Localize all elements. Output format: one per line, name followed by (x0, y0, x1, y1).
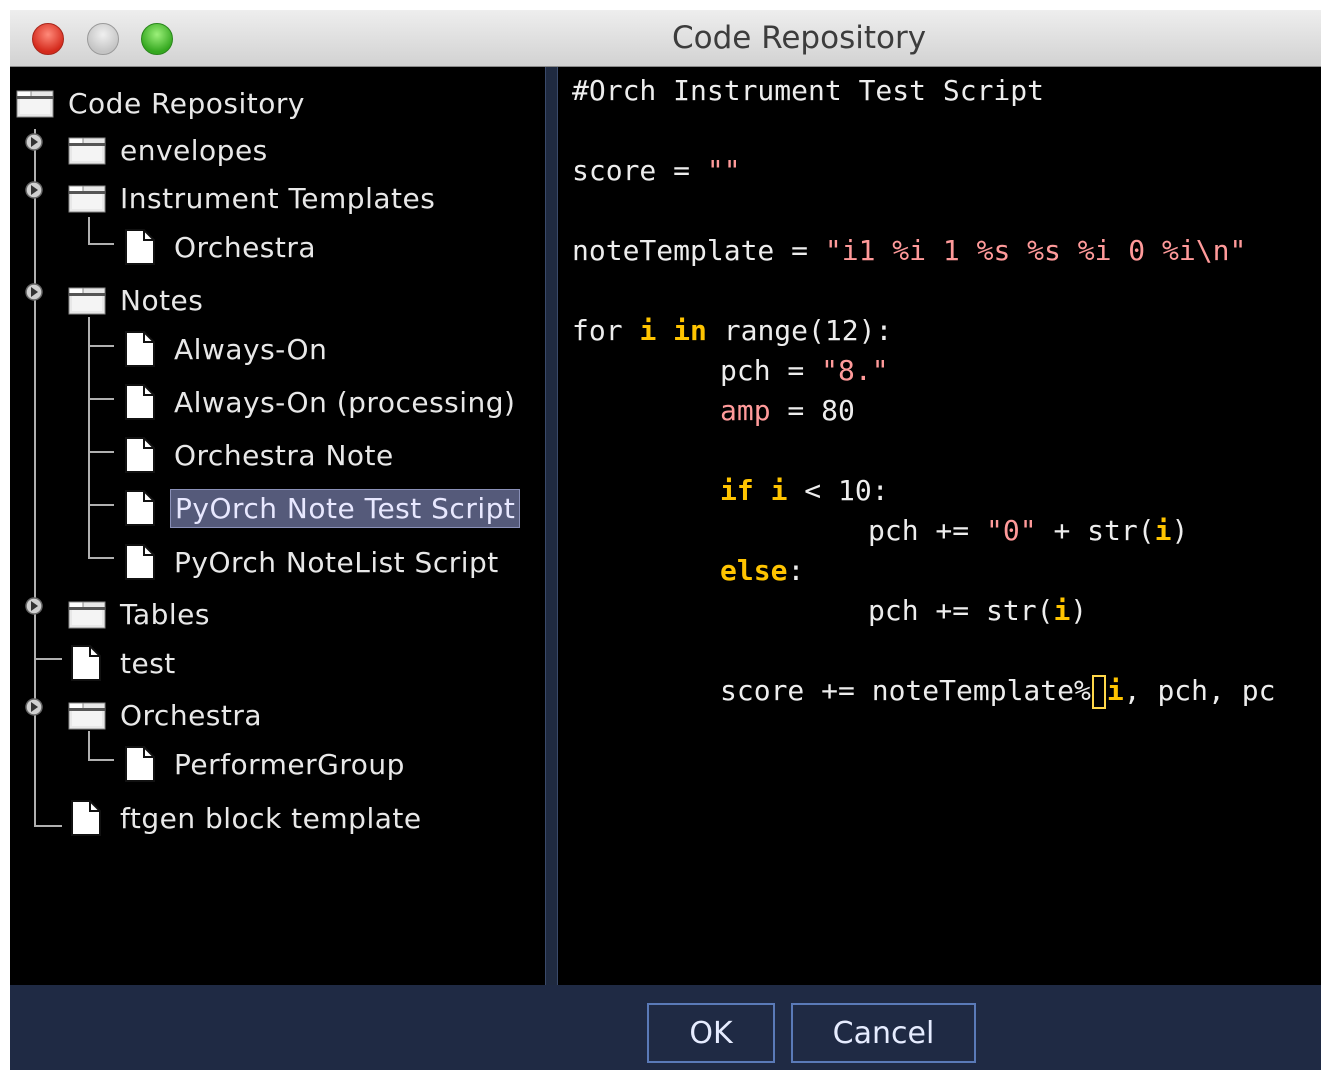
folder-icon (16, 88, 54, 118)
ok-button[interactable]: OK (647, 1003, 775, 1063)
tree-item-pyorch-notelist-script[interactable]: PyOrch NoteList Script (124, 542, 503, 582)
code-line: amp = 80 (720, 394, 855, 427)
tree-connector (88, 557, 114, 559)
code-line: score += noteTemplate% i, pch, pc (720, 674, 1276, 709)
code-repository-window: Code Repository Code Repository envelope… (10, 10, 1321, 1070)
expand-handle-icon[interactable] (23, 595, 45, 617)
folder-icon (68, 700, 106, 730)
tree-item-label-selected: PyOrch Note Test Script (170, 488, 521, 528)
tree-folder-instrument-templates[interactable]: Instrument Templates (68, 178, 439, 218)
tree-folder-tables[interactable]: Tables (68, 594, 214, 634)
code-line: pch = "8." (720, 354, 889, 387)
close-window-button[interactable] (32, 23, 64, 55)
document-icon (124, 544, 156, 580)
tree-item-label: Orchestra (120, 698, 263, 732)
tree-connector (88, 345, 114, 347)
repository-tree[interactable]: Code Repository envelopes Instrument Tem… (10, 67, 545, 985)
tree-item-label: Instrument Templates (120, 181, 436, 215)
tree-item-test[interactable]: test (70, 643, 180, 683)
code-line: #Orch Instrument Test Script (572, 74, 1045, 107)
code-line: for i in range(12): (572, 314, 893, 347)
tree-connector (88, 451, 114, 453)
folder-icon (68, 135, 106, 165)
tree-connector (88, 243, 114, 245)
tree-root-label: Code Repository (68, 86, 305, 120)
code-line: score = "" (572, 154, 741, 187)
button-bar: OK Cancel (10, 985, 1321, 1070)
tree-connector (88, 759, 114, 761)
tree-item-label: Orchestra (174, 230, 317, 264)
tree-connector (88, 731, 90, 761)
tree-item-label: PerformerGroup (174, 747, 405, 781)
tree-item-always-on-processing[interactable]: Always-On (processing) (124, 382, 519, 422)
text-cursor (1091, 675, 1106, 709)
expand-handle-icon[interactable] (23, 179, 45, 201)
tree-folder-envelopes[interactable]: envelopes (68, 130, 272, 170)
tree-connector (88, 217, 90, 245)
expand-handle-icon[interactable] (23, 696, 45, 718)
title-bar[interactable]: Code Repository (10, 10, 1321, 67)
minimize-window-button[interactable] (87, 23, 119, 55)
tree-connector (88, 398, 114, 400)
zoom-window-button[interactable] (141, 23, 173, 55)
code-line: pch += str(i) (868, 594, 1088, 627)
tree-connector (34, 825, 62, 827)
folder-icon (68, 183, 106, 213)
tree-item-label: Orchestra Note (174, 438, 394, 472)
tree-connector (88, 317, 90, 557)
window-title: Code Repository (672, 20, 927, 56)
cancel-button[interactable]: Cancel (791, 1003, 976, 1063)
expand-handle-icon[interactable] (23, 281, 45, 303)
code-line: else: (720, 554, 805, 587)
tree-connector (88, 504, 114, 506)
document-icon (124, 384, 156, 420)
document-icon (124, 437, 156, 473)
expand-handle-icon[interactable] (23, 131, 45, 153)
tree-item-label: envelopes (120, 133, 268, 167)
tree-root[interactable]: Code Repository (16, 83, 309, 123)
code-line: noteTemplate = "i1 %i 1 %s %s %i 0 %i\n" (572, 234, 1247, 267)
document-icon (70, 800, 102, 836)
document-icon (70, 645, 102, 681)
tree-folder-notes[interactable]: Notes (68, 280, 207, 320)
folder-icon (68, 599, 106, 629)
document-icon (124, 331, 156, 367)
code-line: if i < 10: (720, 474, 889, 507)
tree-item-label: Always-On (processing) (174, 385, 516, 419)
tree-item-label: ftgen block template (120, 801, 422, 835)
tree-item-pyorch-note-test-script[interactable]: PyOrch Note Test Script (124, 488, 521, 528)
tree-item-orchestra[interactable]: Orchestra (124, 227, 320, 267)
tree-item-performer-group[interactable]: PerformerGroup (124, 744, 409, 784)
tree-item-label: Notes (120, 283, 204, 317)
tree-item-label: PyOrch NoteList Script (174, 545, 499, 579)
code-editor[interactable]: #Orch Instrument Test Script score = "" … (558, 67, 1321, 985)
folder-icon (68, 285, 106, 315)
tree-item-always-on[interactable]: Always-On (124, 329, 331, 369)
split-pane-divider[interactable] (545, 67, 558, 985)
tree-connector (34, 129, 36, 827)
document-icon (124, 490, 156, 526)
document-icon (124, 746, 156, 782)
tree-folder-orchestra[interactable]: Orchestra (68, 695, 266, 735)
tree-item-label: Always-On (174, 332, 328, 366)
document-icon (124, 229, 156, 265)
code-line: pch += "0" + str(i) (868, 514, 1189, 547)
tree-connector (34, 658, 62, 660)
tree-item-label: test (120, 646, 176, 680)
tree-item-orchestra-note[interactable]: Orchestra Note (124, 435, 398, 475)
tree-item-ftgen-block-template[interactable]: ftgen block template (70, 798, 426, 838)
tree-item-label: Tables (120, 597, 210, 631)
